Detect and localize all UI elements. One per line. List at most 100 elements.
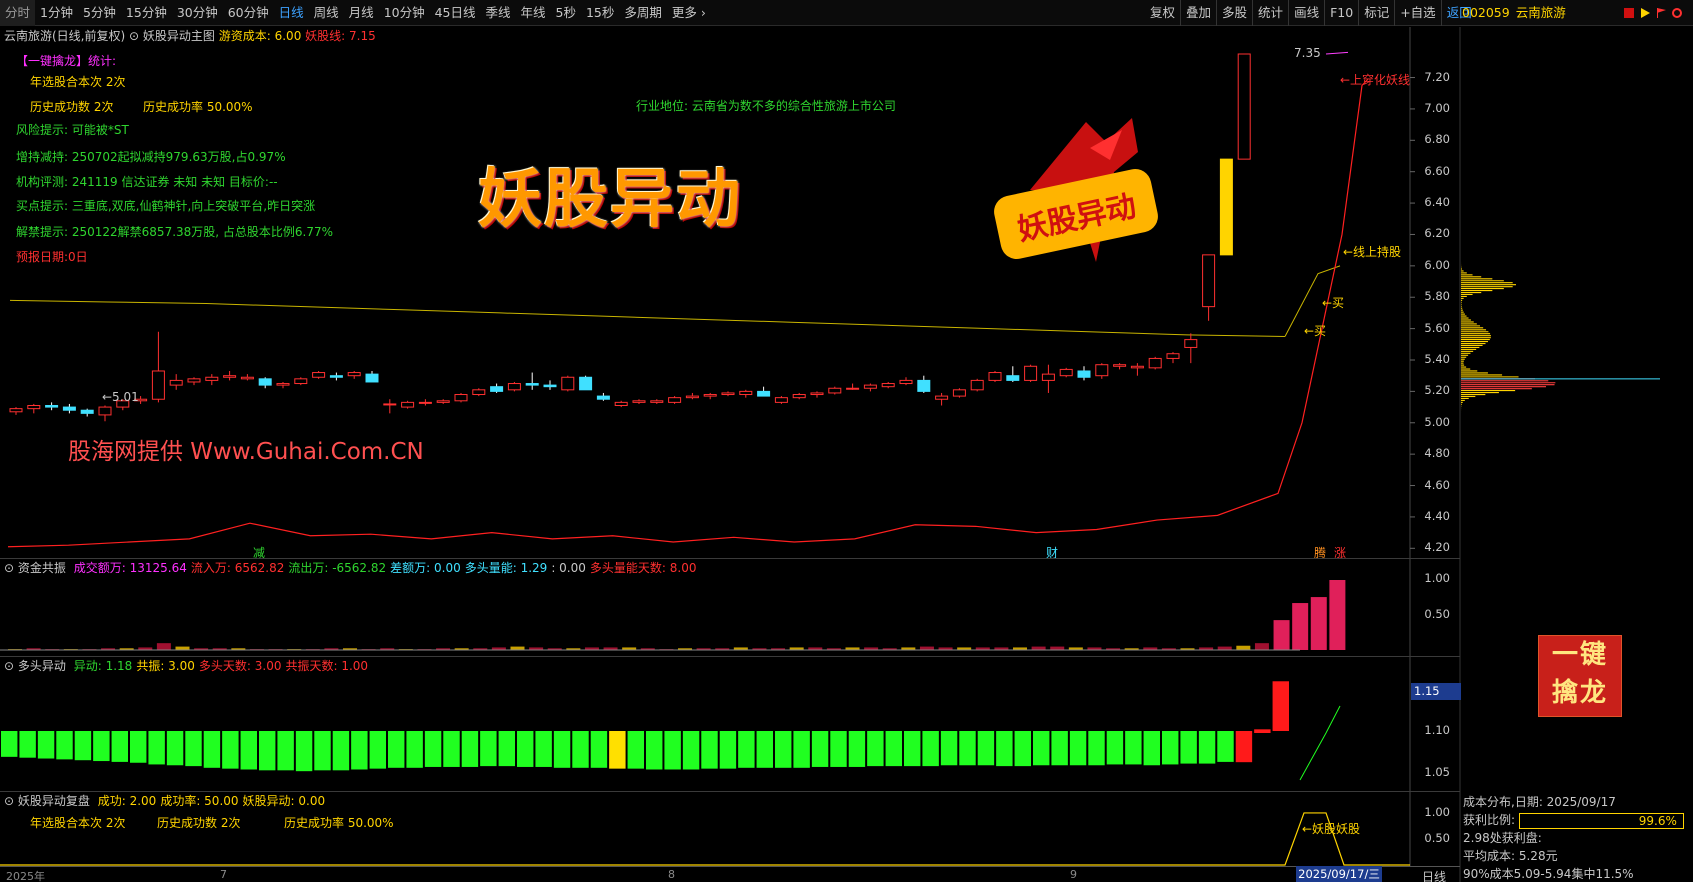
price-tick-label: 5.00	[1424, 414, 1450, 429]
candle-body	[169, 379, 183, 386]
candle	[561, 375, 575, 392]
bull-bar	[93, 731, 110, 762]
price-tick-label: 7.20	[1424, 69, 1450, 84]
bull-tick-label: 1.05	[1424, 765, 1450, 780]
candle-body	[276, 383, 290, 386]
candle	[401, 400, 415, 409]
candle-body	[347, 372, 361, 377]
bull-bar	[719, 731, 737, 769]
candle	[98, 405, 112, 422]
watermark: 股海网提供 Www.Guhai.Com.CN	[68, 439, 424, 465]
candle-body	[685, 395, 699, 399]
bull-bar	[351, 731, 368, 770]
candle	[258, 377, 272, 389]
candle-body	[151, 370, 165, 400]
review-hist-rate: 历史成功率 50.00%	[284, 816, 394, 830]
candle-body	[45, 405, 59, 408]
period-label: 日线	[1422, 870, 1447, 882]
bull-bar	[203, 731, 221, 768]
candle	[507, 381, 521, 392]
candle-body	[1077, 370, 1091, 378]
bull-bar	[1014, 731, 1031, 767]
indicator-name[interactable]: 妖股异动主图	[143, 29, 215, 43]
candle-body	[401, 401, 415, 408]
bull-bars	[1, 681, 1341, 781]
bull-bar	[940, 731, 958, 766]
bull-bar	[461, 731, 479, 767]
review-tick-label: 0.50	[1424, 831, 1450, 846]
candle	[62, 403, 76, 414]
review-indicator-name[interactable]: 妖股异动复盘	[18, 794, 90, 808]
bull-bar	[682, 731, 700, 770]
volume-bar	[1236, 645, 1251, 650]
volume-bar	[1050, 646, 1065, 650]
bull-bar	[553, 731, 571, 768]
candle	[454, 392, 468, 403]
review-tick-label: 1.00	[1424, 804, 1450, 819]
candle	[27, 403, 41, 414]
candle	[1041, 364, 1055, 393]
candle	[1166, 352, 1180, 364]
price-tick-label: 6.20	[1424, 226, 1450, 241]
vol-indicator-value: 成交额万: 13125.64	[73, 561, 187, 575]
grab-button-line1: 一键	[1551, 640, 1608, 670]
candle	[240, 374, 254, 381]
ma-line	[9, 265, 1341, 337]
candle	[970, 378, 984, 392]
bull-bar	[1162, 731, 1179, 765]
hist-success: 历史成功数 2次	[30, 100, 114, 114]
holding-change: 增持减持: 250702起拟减持979.63万股,占0.97%	[16, 150, 286, 164]
candle-body	[507, 383, 521, 391]
candle-body	[205, 376, 219, 381]
candle-body	[436, 400, 450, 403]
candle	[863, 383, 877, 392]
candle-body	[258, 378, 272, 386]
indicator-toggle-icon[interactable]: ⊙	[129, 29, 139, 43]
panel-toggle-icon[interactable]: ⊙	[4, 794, 14, 808]
volume-bar	[1292, 603, 1309, 650]
review-indicator-value: 成功率: 50.00	[160, 794, 239, 808]
vol-indicator-value: 流入万: 6562.82	[190, 561, 285, 575]
price-tick-label: 6.40	[1424, 195, 1450, 210]
cost-distribution-info: 成本分布,日期: 2025/09/17 获利比例: 99.6% 2.98处获利盘…	[1463, 793, 1693, 882]
panel-toggle-icon[interactable]: ⊙	[4, 659, 14, 673]
candle-body	[614, 401, 628, 407]
panel-toggle-icon[interactable]: ⊙	[4, 561, 14, 575]
candle-body	[80, 409, 94, 414]
candle	[205, 374, 219, 386]
vol-indicator-name[interactable]: 资金共振	[18, 561, 66, 575]
candle	[579, 375, 593, 391]
vol-tick-label: 0.50	[1424, 606, 1450, 621]
bull-indicator-name[interactable]: 多头异动	[18, 659, 66, 673]
candle	[1202, 254, 1216, 321]
profit-row: 获利比例: 99.6%	[1463, 811, 1693, 829]
candle	[1113, 363, 1127, 370]
candle	[650, 399, 664, 404]
annotation-buy-2: ←买	[1304, 324, 1327, 338]
bull-signal-line	[1299, 705, 1341, 781]
candle-body	[935, 395, 949, 400]
candle-body	[1006, 375, 1020, 381]
candle-body	[1095, 364, 1109, 377]
grab-dragon-button[interactable]: 一键 擒龙	[1538, 635, 1622, 717]
bull-bar	[646, 731, 663, 770]
bull-bar	[1, 731, 18, 757]
candle-body	[632, 400, 646, 403]
review-indicator-value: 成功: 2.00	[97, 794, 157, 808]
candle-body	[846, 387, 860, 390]
price-tick-label: 4.20	[1424, 540, 1450, 555]
bull-bar	[664, 731, 681, 770]
avg-cost: 平均成本: 5.28元	[1463, 849, 1558, 863]
review-label: ←妖股妖股	[1302, 822, 1361, 836]
bull-bar	[111, 731, 128, 762]
review-panel-title: ⊙ 妖股异动复盘 成功: 2.00 成功率: 50.00 妖股异动: 0.00	[4, 792, 325, 809]
candle-body	[187, 378, 201, 383]
bull-bar	[627, 731, 644, 769]
candle	[312, 370, 326, 379]
bull-bar	[609, 731, 626, 769]
candle	[365, 370, 379, 383]
candle-body	[828, 387, 842, 394]
candle	[9, 407, 23, 415]
bull-bar	[1217, 731, 1234, 762]
candle	[1219, 158, 1233, 256]
